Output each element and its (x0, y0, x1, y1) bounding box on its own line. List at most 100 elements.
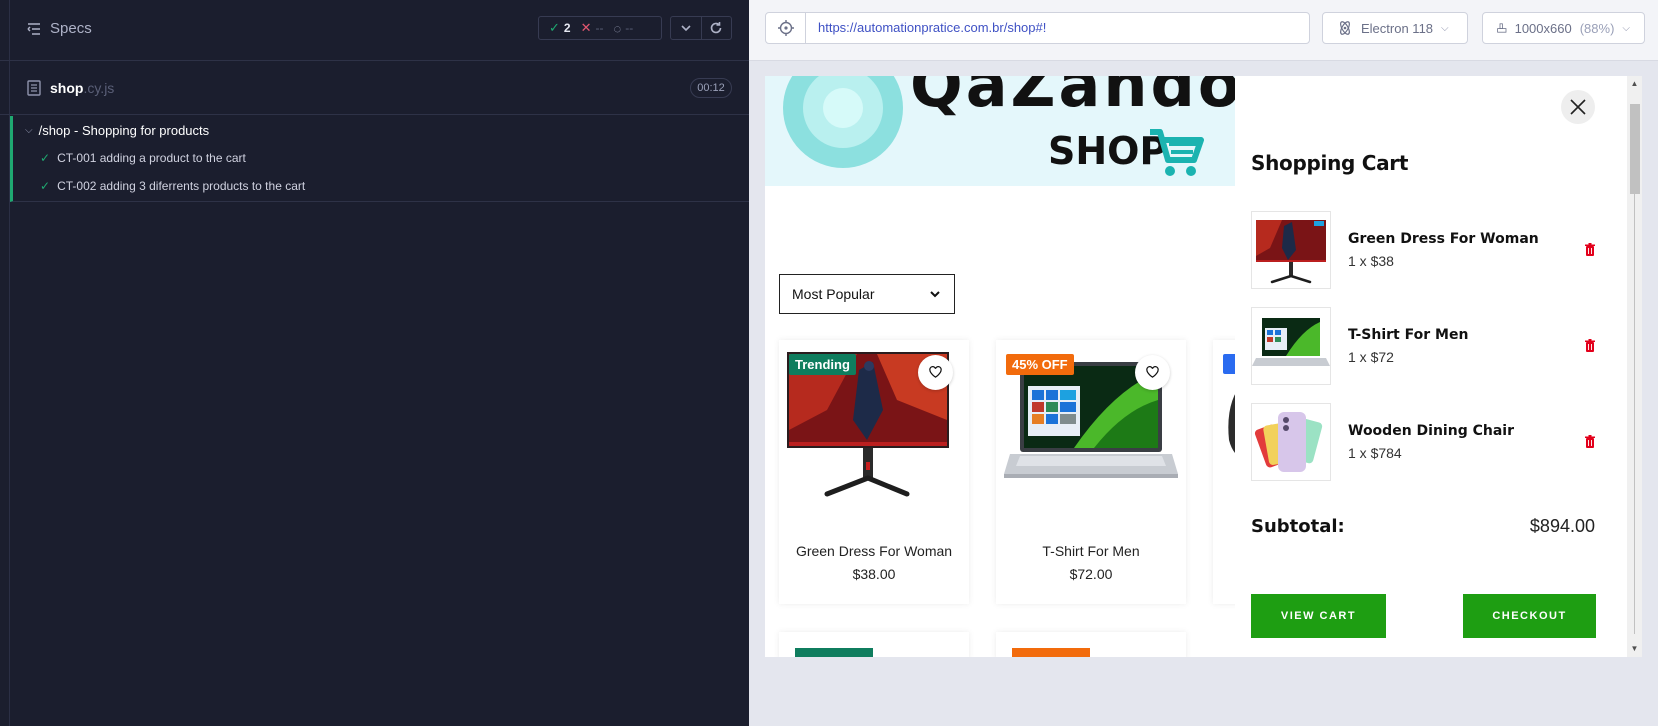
test-title: CT-001 adding a product to the cart (57, 151, 246, 165)
product-badge: 45% OFF (1006, 354, 1074, 375)
sort-select[interactable]: Most Popular (779, 274, 955, 314)
test-title: CT-002 adding 3 diferrents products to t… (57, 179, 306, 193)
chevron-down-icon: ⌵ (1441, 22, 1449, 34)
cart-item-name[interactable]: Wooden Dining Chair (1348, 423, 1514, 439)
subtotal-label: Subtotal: (1251, 516, 1345, 537)
product-name[interactable]: T-Shirt For Men (996, 543, 1186, 559)
pending-icon: ◌ (613, 20, 622, 36)
product-name[interactable]: Green Dress For Woman (779, 543, 969, 559)
trash-icon[interactable] (1584, 435, 1596, 449)
file-icon (27, 80, 41, 96)
test-row[interactable]: ✓ CT-002 adding 3 diferrents products to… (40, 179, 305, 193)
reporter-controls (670, 16, 732, 40)
cart-item: T-Shirt For Men 1 x $72 (1251, 307, 1595, 385)
failed-count: -- (595, 21, 604, 35)
crosshair-icon (777, 20, 794, 36)
viewport-selector[interactable]: 1000x660 (88%) ⌵ (1482, 12, 1645, 44)
cart-title: Shopping Cart (1251, 151, 1409, 175)
scroll-up-icon[interactable]: ▲ (1630, 79, 1639, 88)
checkout-button[interactable]: CHECKOUT (1463, 594, 1596, 638)
view-cart-button[interactable]: VIEW CART (1251, 594, 1386, 638)
cart-item-thumbnail[interactable] (1251, 307, 1331, 385)
product-card-partial[interactable] (779, 632, 969, 657)
cart-item-name[interactable]: Green Dress For Woman (1348, 231, 1539, 247)
url-bar: https://automationpratice.com.br/shop#! (765, 12, 1310, 44)
page-scrollbar[interactable]: ▲ ▼ (1627, 76, 1642, 657)
spec-file-ext: .cy.js (83, 80, 115, 96)
specs-title: Specs (50, 20, 92, 37)
close-icon (1570, 99, 1586, 115)
test-row[interactable]: ✓ CT-001 adding a product to the cart (40, 151, 246, 165)
trash-icon[interactable] (1584, 243, 1596, 257)
cart-item-image-phones (1254, 412, 1323, 472)
browser-topbar: https://automationpratice.com.br/shop#! … (749, 0, 1658, 61)
collapse-all-button[interactable] (671, 17, 701, 39)
browser-name: Electron 118 (1361, 20, 1434, 36)
subtotal-value: $894.00 (1529, 516, 1595, 536)
failed-stat: ✕ -- (581, 20, 604, 36)
reporter-header: Specs ✓ 2 ✕ -- ◌ -- (0, 0, 749, 61)
cart-item-name[interactable]: T-Shirt For Men (1348, 327, 1468, 343)
browser-selector[interactable]: Electron 118 ⌵ (1322, 12, 1468, 44)
product-price: $38.00 (852, 566, 896, 582)
pending-stat: ◌ -- (614, 21, 634, 36)
viewport-icon (1497, 23, 1507, 33)
spec-file-name: shop.cy.js (50, 80, 114, 96)
viewport-zoom: (88%) (1579, 20, 1615, 36)
suite-block: ⌵ /shop - Shopping for products ✓ CT-001… (10, 116, 749, 202)
product-price: $72.00 (1069, 566, 1113, 582)
trash-icon[interactable] (1584, 339, 1596, 353)
chevron-down-icon: ⌵ (25, 125, 33, 136)
wishlist-button[interactable] (918, 355, 953, 390)
scroll-down-icon[interactable]: ▼ (1630, 644, 1639, 653)
suite-title: /shop - Shopping for products (38, 123, 210, 138)
cart-item-quantity: 1 x $72 (1348, 349, 1394, 365)
scrollbar-thumb[interactable] (1630, 104, 1640, 194)
cart-item-thumbnail[interactable] (1251, 403, 1331, 481)
app-under-test: QaZando SHOP Most Popular Trending Green… (765, 76, 1642, 657)
selector-playground-button[interactable] (766, 13, 806, 43)
wishlist-button[interactable] (1135, 355, 1170, 390)
heart-icon (929, 366, 942, 378)
logo-circle (823, 88, 863, 128)
close-cart-button[interactable] (1561, 90, 1595, 124)
cart-item: Green Dress For Woman 1 x $38 (1251, 211, 1595, 289)
check-icon: ✓ (40, 151, 51, 165)
product-badge (795, 648, 873, 657)
browser-panel: https://automationpratice.com.br/shop#! … (749, 0, 1658, 726)
chevron-down-icon (930, 291, 940, 298)
x-icon: ✕ (580, 20, 592, 35)
product-card[interactable]: 45% OFF T-Shirt For Men $72.00 (996, 340, 1186, 604)
viewport-size: 1000x660 (1514, 20, 1572, 36)
cart-item-quantity: 1 x $784 (1348, 445, 1402, 461)
scrollbar-track (1634, 194, 1635, 634)
product-card[interactable]: Trending Green Dress For Woman $38.00 (779, 340, 969, 604)
rerun-button[interactable] (700, 17, 731, 39)
test-stats: ✓ 2 ✕ -- ◌ -- (538, 16, 662, 40)
shopping-cart-panel: Shopping Cart Green Dress For Woman 1 x … (1235, 76, 1627, 657)
product-badge: Trending (789, 354, 856, 375)
spec-file-row[interactable]: shop.cy.js 00:12 (0, 61, 749, 115)
spec-file-basename: shop (50, 80, 84, 96)
cart-item-thumbnail[interactable] (1251, 211, 1331, 289)
specs-toggle[interactable]: Specs (26, 20, 92, 37)
shop-logo-banner[interactable]: QaZando SHOP (765, 76, 1235, 186)
passed-stat: ✓ 2 (549, 20, 571, 36)
cart-item-image-monitor (1256, 220, 1326, 284)
cart-item: Wooden Dining Chair 1 x $784 (1251, 403, 1595, 481)
cypress-reporter: Specs ✓ 2 ✕ -- ◌ -- shop.cy.js 00:12 ⌵ /… (0, 0, 749, 726)
heart-icon (1146, 366, 1159, 378)
cart-item-quantity: 1 x $38 (1348, 253, 1394, 269)
pending-count: -- (625, 21, 634, 35)
check-icon: ✓ (549, 20, 560, 35)
logo-brand-name: QaZando (910, 76, 1235, 121)
suite-title-row[interactable]: ⌵ /shop - Shopping for products (25, 123, 209, 138)
cart-icon (1150, 129, 1204, 176)
cart-item-image-laptop (1252, 318, 1330, 366)
specs-icon (27, 22, 40, 35)
electron-icon (1340, 21, 1350, 35)
chevron-down-icon (681, 25, 691, 32)
url-text[interactable]: https://automationpratice.com.br/shop#! (806, 13, 1046, 43)
spec-duration: 00:12 (690, 78, 732, 98)
product-card-partial[interactable] (996, 632, 1186, 657)
